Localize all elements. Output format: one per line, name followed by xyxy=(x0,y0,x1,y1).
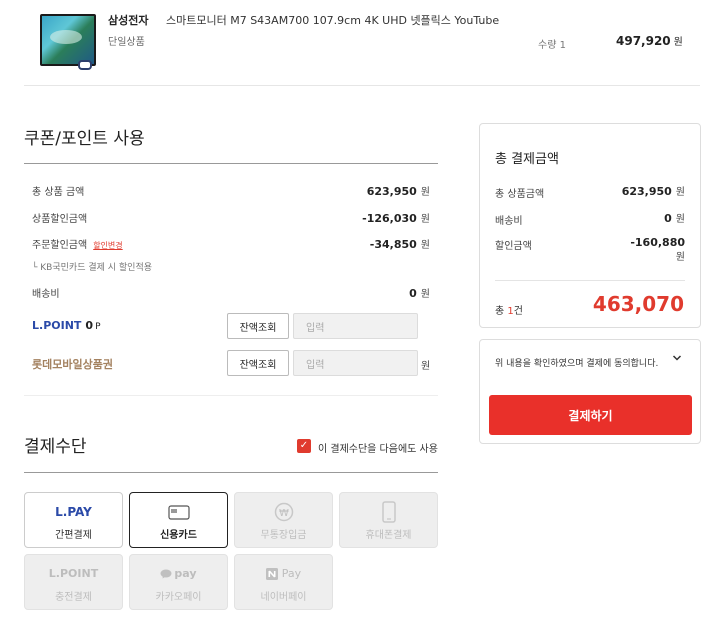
pay-method-label: 네이버페이 xyxy=(260,592,307,603)
lpoint-balance: 0 xyxy=(85,319,94,332)
pay-method-label: 카카오페이 xyxy=(155,592,202,603)
product-thumbnail[interactable] xyxy=(38,12,98,70)
naver-n-icon xyxy=(265,567,278,580)
summary-product-total-label: 총 상품금액 xyxy=(495,189,545,200)
phone-icon xyxy=(381,501,396,523)
pay-method-label: 신용카드 xyxy=(160,530,197,541)
pay-method-bank-transfer[interactable]: ₩ 무통장입금 xyxy=(234,492,333,548)
payment-section-divider xyxy=(24,472,438,473)
summary-product-total-value: 623,950 원 xyxy=(621,185,685,198)
payment-section-title: 결제수단 xyxy=(24,437,87,457)
chevron-down-icon[interactable] xyxy=(672,354,682,362)
product-row: 삼성전자 스마트모니터 M7 S43AM700 107.9cm 4K UHD 넷… xyxy=(24,0,700,86)
summary-title: 총 결제금액 xyxy=(495,152,559,167)
shipping-fee-value: 0원 xyxy=(409,287,430,300)
pay-method-credit-card[interactable]: 신용카드 xyxy=(129,492,228,548)
kakaopay-logo: pay xyxy=(130,567,227,580)
product-option: 단일상품 xyxy=(108,37,145,48)
summary-item-count: 총 1건 xyxy=(495,306,523,317)
order-summary-card: 총 결제금액 총 상품금액 623,950 원 배송비 0원 할인금액 -160,… xyxy=(479,123,701,328)
summary-shipping-label: 배송비 xyxy=(495,216,523,227)
summary-total-amount: 463,070 xyxy=(592,292,684,316)
pay-method-label: 무통장입금 xyxy=(260,530,307,541)
pay-method-kakaopay[interactable]: pay 카카오페이 xyxy=(129,554,228,610)
gift-card-input[interactable]: 입력 xyxy=(293,350,418,376)
pay-method-label: 휴대폰결제 xyxy=(365,530,412,541)
total-product-amount-label: 총 상품 금액 xyxy=(32,187,85,198)
reuse-payment-label: 이 결제수단을 다음에도 사용 xyxy=(318,444,438,455)
change-discount-link[interactable]: 할인변경 xyxy=(93,241,122,250)
svg-text:₩: ₩ xyxy=(279,508,289,519)
order-discount-value: -34,850 원 xyxy=(369,238,430,251)
product-brand: 삼성전자 xyxy=(108,14,149,27)
won-coin-icon: ₩ xyxy=(274,502,293,522)
coupon-section-title: 쿠폰/포인트 사용 xyxy=(24,129,145,149)
lpoint-label: L.POINT 0 P xyxy=(32,319,101,332)
lpay-logo: L.PAY xyxy=(55,505,92,519)
pay-method-naverpay[interactable]: Pay 네이버페이 xyxy=(234,554,333,610)
product-price: 497,920 원 xyxy=(616,34,683,48)
product-discount-value: -126,030 원 xyxy=(362,212,430,225)
kb-card-discount-note: └ KB국민카드 결제 시 할인적용 xyxy=(32,263,153,273)
pay-method-lpay[interactable]: L.PAY 간편결제 xyxy=(24,492,123,548)
coupon-section-divider xyxy=(24,163,438,164)
product-discount-label: 상품할인금액 xyxy=(32,214,88,225)
monitor-screen-image xyxy=(40,14,96,66)
lotte-gift-card-label: 롯데모바일상품권 xyxy=(32,358,113,371)
gift-card-unit: 원 xyxy=(421,361,431,372)
product-name[interactable]: 스마트모니터 M7 S43AM700 107.9cm 4K UHD 넷플릭스 Y… xyxy=(166,12,499,28)
lpoint-logo: L.POINT xyxy=(48,567,99,580)
summary-discount-label: 할인금액 xyxy=(495,241,532,252)
total-product-amount-value: 623,950 원 xyxy=(366,185,430,198)
product-quantity: 수량 1 xyxy=(538,40,566,51)
pay-method-mobile[interactable]: 휴대폰결제 xyxy=(339,492,438,548)
kakao-bubble-icon xyxy=(160,569,172,578)
coupon-bottom-divider xyxy=(24,395,438,396)
shipping-fee-label: 배송비 xyxy=(32,289,60,300)
summary-discount-value: -160,880 원 xyxy=(630,236,685,263)
naverpay-logo: Pay xyxy=(235,567,332,580)
monitor-stand-image xyxy=(78,60,92,70)
order-discount-label: 주문할인금액 할인변경 xyxy=(32,240,123,251)
card-icon xyxy=(167,505,190,520)
checkout-button[interactable]: 결제하기 xyxy=(489,395,692,435)
agreement-text: 위 내용을 확인하였으며 결제에 동의합니다. xyxy=(495,359,659,369)
agreement-card: 위 내용을 확인하였으며 결제에 동의합니다. 결제하기 xyxy=(479,339,701,444)
gift-card-balance-check-button[interactable]: 잔액조회 xyxy=(227,350,289,376)
lpoint-balance-check-button[interactable]: 잔액조회 xyxy=(227,313,289,339)
lpoint-input[interactable]: 입력 xyxy=(293,313,418,339)
reuse-payment-checkbox[interactable]: ✓ xyxy=(297,439,311,453)
pay-method-label: 충전결제 xyxy=(55,592,92,603)
summary-shipping-value: 0원 xyxy=(664,212,685,225)
summary-divider xyxy=(495,280,685,281)
pay-method-label: 간편결제 xyxy=(55,530,92,541)
pay-method-lpoint-charge[interactable]: L.POINT 충전결제 xyxy=(24,554,123,610)
